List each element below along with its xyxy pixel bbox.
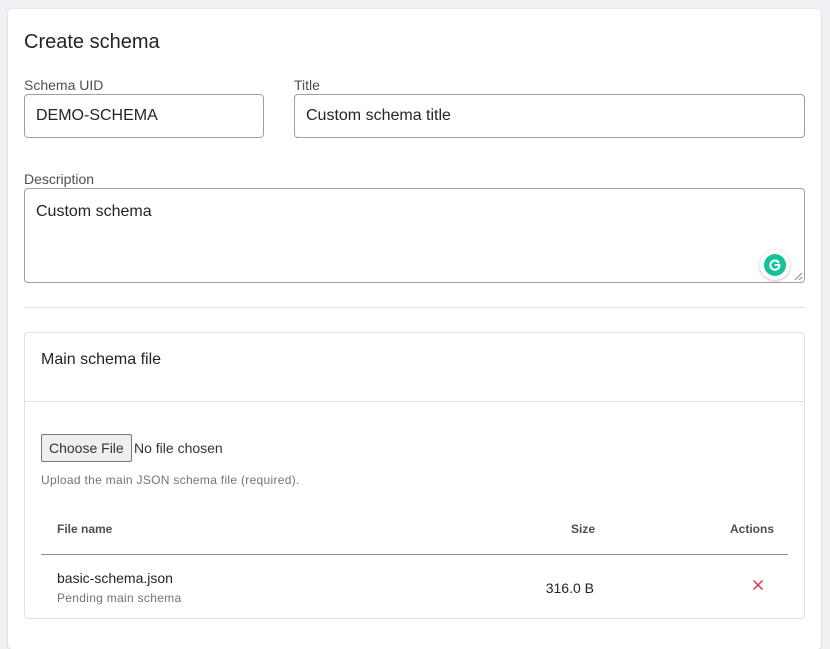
description-textarea[interactable]: Custom schema xyxy=(24,188,805,283)
grammarly-icon[interactable] xyxy=(760,250,790,280)
table-header-rule xyxy=(41,554,788,555)
close-icon xyxy=(753,580,763,590)
schema-uid-label: Schema UID xyxy=(24,77,104,93)
main-schema-file-panel: Main schema file Choose File No file cho… xyxy=(24,332,805,619)
title-input[interactable] xyxy=(294,94,805,138)
file-name-cell: basic-schema.json xyxy=(57,570,173,586)
column-header-actions: Actions xyxy=(730,522,775,536)
file-status-text: Pending main schema xyxy=(57,591,182,605)
resize-handle-icon[interactable] xyxy=(794,272,803,281)
description-label: Description xyxy=(24,171,95,187)
upload-help-text: Upload the main JSON schema file (requir… xyxy=(41,473,300,487)
section-divider xyxy=(24,307,805,308)
file-size-cell: 316.0 B xyxy=(545,580,594,596)
no-file-chosen-text: No file chosen xyxy=(134,440,223,456)
panel-title: Main schema file xyxy=(41,351,162,368)
page-title: Create schema xyxy=(24,31,160,53)
column-header-size: Size xyxy=(571,522,596,536)
schema-uid-input[interactable] xyxy=(24,94,264,138)
title-label: Title xyxy=(294,77,320,93)
panel-header: Main schema file xyxy=(25,333,804,402)
column-header-file-name: File name xyxy=(57,522,113,536)
choose-file-button[interactable]: Choose File xyxy=(41,434,132,462)
create-schema-card: Create schema Schema UID Title Descripti… xyxy=(8,9,821,649)
remove-file-button[interactable] xyxy=(750,577,766,593)
